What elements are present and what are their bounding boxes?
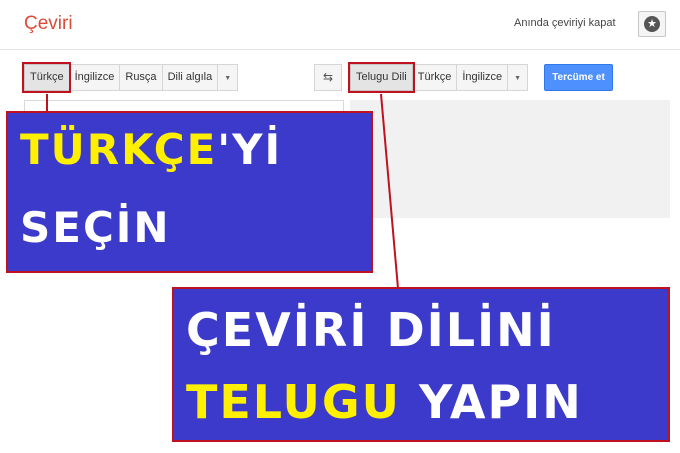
star-icon: ★	[644, 16, 660, 32]
instant-translation-toggle[interactable]: Anında çeviriyi kapat	[514, 17, 616, 29]
translation-output	[350, 100, 670, 218]
swap-languages-button[interactable]: ⇆	[314, 64, 342, 91]
app-header: Çeviri Anında çeviriyi kapat ★	[0, 0, 680, 50]
source-lang-russian[interactable]: Rusça	[120, 64, 163, 91]
callout-1-suffix: 'Yİ	[217, 125, 283, 174]
source-lang-dropdown[interactable]: ▼	[218, 64, 239, 91]
app-title: Çeviri	[24, 13, 73, 34]
target-lang-dropdown[interactable]: ▼	[508, 64, 529, 91]
callout-1-line-2: SEÇİN	[20, 203, 171, 252]
target-lang-turkish[interactable]: Türkçe	[412, 64, 458, 91]
instruction-callout-select-turkish: TÜRKÇE'Yİ SEÇİN	[6, 111, 373, 273]
source-lang-detect[interactable]: Dili algıla	[162, 64, 219, 91]
chevron-down-icon: ▼	[514, 75, 522, 82]
callout-1-highlight: TÜRKÇE	[20, 125, 218, 174]
source-lang-english[interactable]: İngilizce	[69, 64, 121, 91]
callout-2-line-1: ÇEVİRİ DİLİNİ	[186, 303, 556, 357]
callout-1-line-1: TÜRKÇE'Yİ	[20, 129, 282, 171]
callout-2-line-2: TELUGU YAPIN	[186, 379, 583, 425]
swap-icon: ⇆	[322, 70, 334, 84]
callout-2-highlight: TELUGU	[186, 375, 401, 429]
translate-button[interactable]: Tercüme et	[544, 64, 613, 91]
star-button[interactable]: ★	[638, 11, 666, 37]
chevron-down-icon: ▼	[224, 75, 232, 82]
highlight-source-selection	[22, 62, 71, 93]
highlight-target-selection	[348, 62, 415, 93]
callout-2-suffix: YAPIN	[400, 375, 583, 429]
instruction-callout-set-telugu: ÇEVİRİ DİLİNİ TELUGU YAPIN	[172, 287, 670, 442]
target-lang-english[interactable]: İngilizce	[457, 64, 509, 91]
